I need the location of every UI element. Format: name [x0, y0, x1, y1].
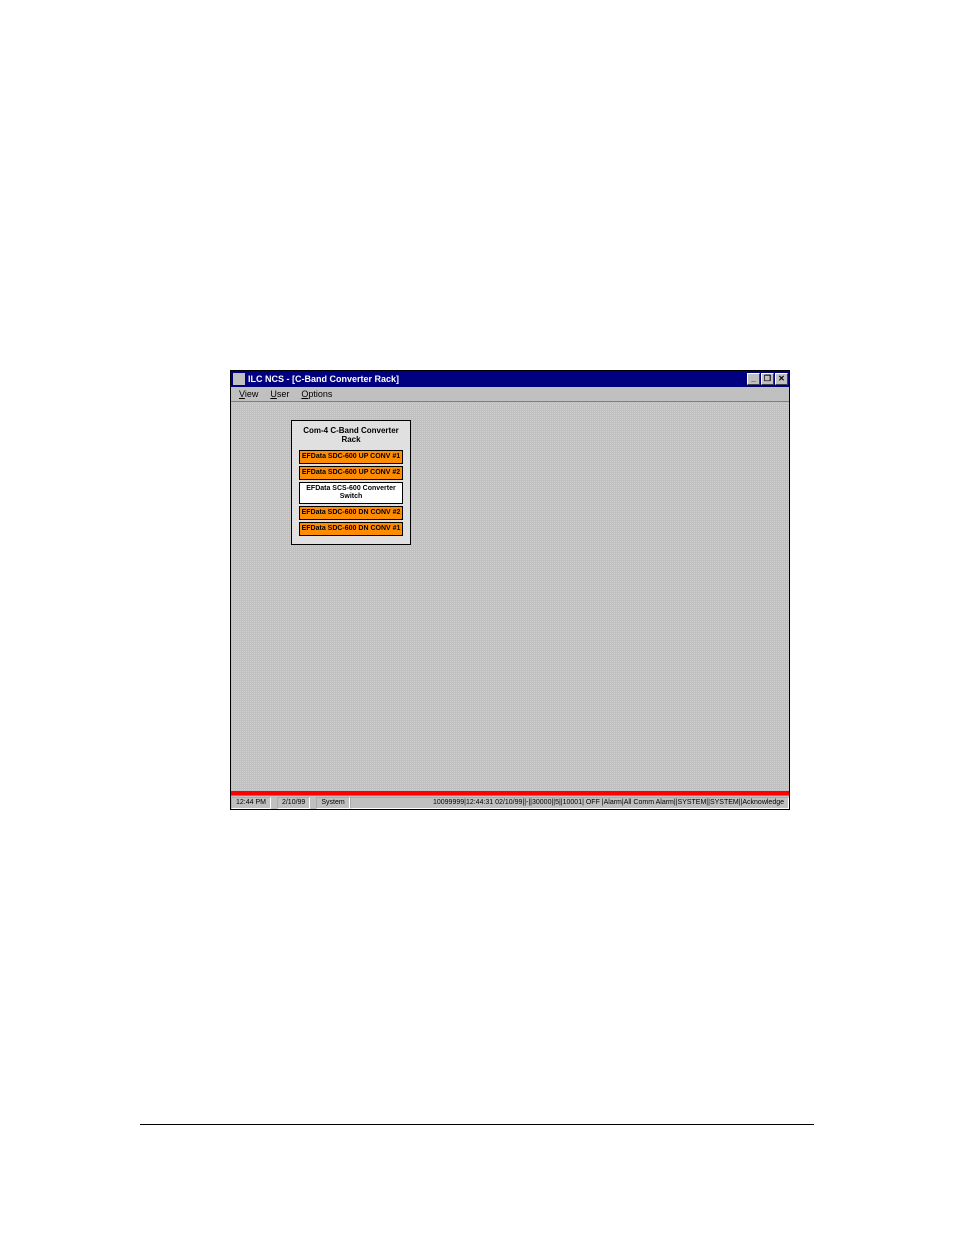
statusbar-time: 12:44 PM — [231, 797, 271, 809]
rack-item-upconv-1[interactable]: EFData SDC-600 UP CONV #1 — [299, 450, 403, 464]
close-button[interactable]: ✕ — [775, 373, 788, 385]
rack-panel: Com-4 C-Band Converter Rack EFData SDC-6… — [291, 420, 411, 545]
statusbar-message: 10099999|12:44:31 02/10/99||-||30000||5|… — [350, 797, 789, 809]
page-footer-rule — [140, 1124, 814, 1125]
menu-user[interactable]: User — [264, 388, 295, 400]
rack-title: Com-4 C-Band Converter Rack — [295, 424, 407, 448]
titlebar: ILC NCS - [C-Band Converter Rack] _ ❐ ✕ — [231, 371, 789, 387]
minimize-button[interactable]: _ — [747, 373, 760, 385]
window-title: ILC NCS - [C-Band Converter Rack] — [248, 374, 747, 384]
app-window: ILC NCS - [C-Band Converter Rack] _ ❐ ✕ … — [230, 370, 790, 810]
rack-item-dnconv-1[interactable]: EFData SDC-600 DN CONV #1 — [299, 522, 403, 536]
menubar: View User Options — [231, 387, 789, 402]
rack-item-dnconv-2[interactable]: EFData SDC-600 DN CONV #2 — [299, 506, 403, 520]
rack-item-upconv-2[interactable]: EFData SDC-600 UP CONV #2 — [299, 466, 403, 480]
menu-options[interactable]: Options — [295, 388, 338, 400]
maximize-button[interactable]: ❐ — [761, 373, 774, 385]
statusbar-date: 2/10/99 — [277, 797, 310, 809]
menu-view[interactable]: View — [233, 388, 264, 400]
statusbar: 12:44 PM 2/10/99 System 10099999|12:44:3… — [231, 795, 789, 809]
rack-item-converter-switch[interactable]: EFData SCS-600 Converter Switch — [299, 482, 403, 504]
statusbar-user: System — [316, 797, 349, 809]
client-area: Com-4 C-Band Converter Rack EFData SDC-6… — [231, 402, 789, 791]
app-icon — [233, 373, 245, 385]
window-controls: _ ❐ ✕ — [747, 373, 788, 385]
